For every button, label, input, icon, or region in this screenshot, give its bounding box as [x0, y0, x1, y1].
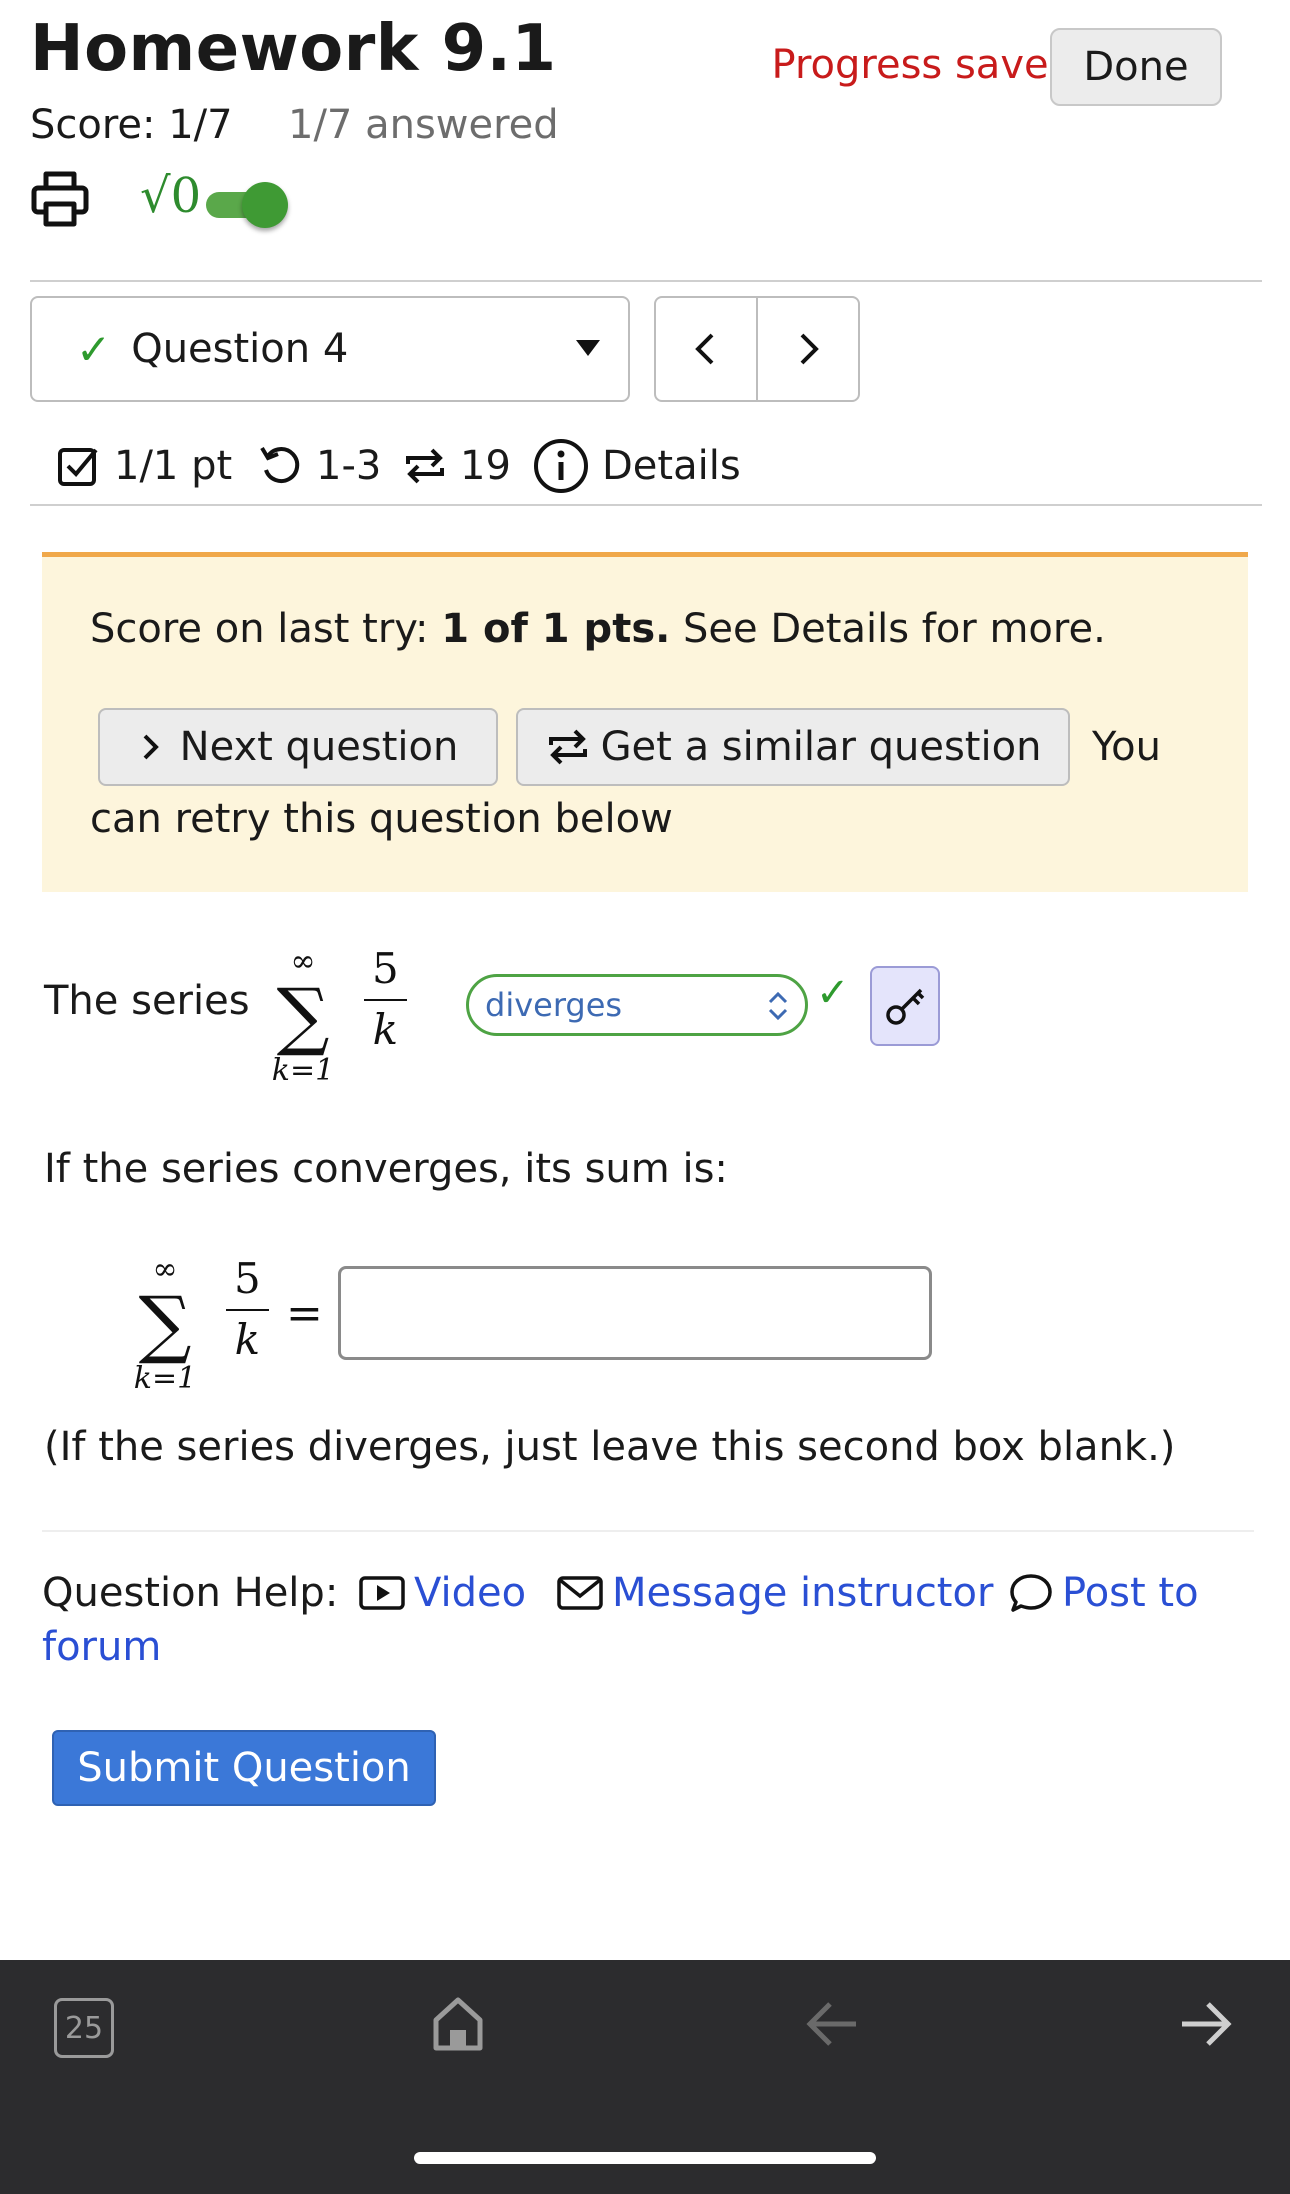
home-indicator[interactable]: [414, 2152, 876, 2164]
divider: [30, 280, 1262, 282]
post-to-forum-label-cont[interactable]: forum: [42, 1624, 161, 1670]
equals-sign: =: [286, 1288, 323, 1339]
chat-bubble-icon: [1010, 1574, 1052, 1612]
notice-suffix: See Details for more.: [670, 606, 1106, 652]
correct-check-icon: ✓: [816, 970, 850, 1016]
submit-question-button[interactable]: Submit Question: [52, 1730, 436, 1806]
notice-score: 1 of 1 pts.: [441, 606, 671, 652]
converges-prompt: If the series converges, its sum is:: [44, 1146, 728, 1192]
retry-text: can retry this question below: [90, 796, 673, 842]
toggle-knob: [242, 182, 288, 228]
chevron-left-icon: [695, 333, 714, 365]
page-title: Homework 9.1: [30, 12, 557, 86]
notice-text: Score on last try: 1 of 1 pts. See Detai…: [90, 606, 1106, 652]
key-icon: [886, 988, 925, 1025]
message-instructor-label: Message instructor: [612, 1570, 994, 1616]
repeat-icon: [406, 448, 444, 484]
message-instructor-link[interactable]: Message instructor: [556, 1570, 993, 1616]
retry-icon: [260, 446, 300, 484]
question-select[interactable]: ✓ Question 4: [30, 296, 630, 402]
answer-key-button[interactable]: [870, 966, 940, 1046]
next-question-button[interactable]: Next question: [98, 708, 498, 786]
similar-question-label: Get a similar question: [600, 724, 1042, 770]
sum-lower-limit: k=1: [271, 1053, 335, 1088]
video-label: Video: [414, 1570, 527, 1616]
answered-count: 1/7 answered: [288, 102, 559, 148]
denominator: k: [234, 1315, 261, 1364]
convergence-select[interactable]: diverges: [466, 974, 808, 1036]
question-help-label: Question Help:: [42, 1570, 339, 1616]
sum-answer-input[interactable]: [338, 1266, 932, 1360]
home-icon[interactable]: [430, 1994, 486, 2058]
fraction: 5 k: [226, 1254, 269, 1364]
back-arrow-icon[interactable]: [804, 1994, 862, 2058]
chevron-right-icon: [143, 734, 159, 760]
divider: [30, 504, 1262, 506]
video-link[interactable]: Video: [358, 1570, 526, 1616]
video-icon: [359, 1576, 405, 1610]
notice-prefix: Score on last try:: [90, 606, 442, 652]
summation: ∞ ∑ k=1: [258, 944, 348, 1088]
points-text: 1/1 pt: [114, 443, 233, 489]
tab-count-button[interactable]: 25: [54, 1998, 114, 2058]
versions-info: 19: [402, 436, 511, 496]
forward-arrow-icon[interactable]: [1176, 1994, 1234, 2058]
next-question-nav-button[interactable]: [756, 296, 860, 402]
mail-icon: [557, 1576, 603, 1610]
caret-down-icon: [576, 340, 600, 356]
sum-lower-limit: k=1: [133, 1361, 197, 1396]
chevron-right-icon: [800, 333, 819, 365]
divider: [42, 1530, 1254, 1532]
progress-status: Progress saved: [771, 42, 1074, 88]
summation: ∞ ∑ k=1: [120, 1252, 210, 1396]
score-text: Score: 1/7: [30, 102, 233, 148]
info-icon: [534, 439, 588, 493]
points-info: 1/1 pt: [56, 436, 232, 496]
check-icon: ✓: [76, 324, 112, 374]
sigma-icon: ∑: [138, 1281, 192, 1367]
checkbox-icon: [58, 448, 98, 486]
attempts-text: 1-3: [316, 443, 382, 489]
versions-text: 19: [460, 443, 511, 489]
convergence-select-value: diverges: [485, 986, 623, 1024]
question-select-label: Question 4: [131, 326, 349, 372]
done-button[interactable]: Done: [1050, 28, 1222, 106]
denominator: k: [372, 1005, 399, 1054]
post-to-forum-link[interactable]: Post to: [1008, 1570, 1199, 1616]
similar-question-button[interactable]: Get a similar question: [516, 708, 1070, 786]
sigma-icon: ∑: [276, 973, 330, 1059]
attempts-info: 1-3: [258, 436, 381, 496]
next-question-label: Next question: [179, 724, 459, 770]
post-to-forum-label: Post to: [1062, 1570, 1199, 1616]
fraction: 5 k: [364, 944, 407, 1054]
prev-question-button[interactable]: [654, 296, 758, 402]
math-display-toggle[interactable]: [206, 182, 288, 228]
numerator: 5: [364, 944, 407, 1001]
math-display-toggle-label: √0: [140, 168, 202, 224]
repeat-icon: [548, 729, 587, 765]
series-label: The series: [44, 978, 250, 1024]
details-label: Details: [602, 443, 741, 489]
updown-icon: [768, 991, 788, 1021]
print-icon[interactable]: [30, 170, 90, 230]
retry-text-start: You: [1092, 724, 1161, 770]
details-link[interactable]: Details: [532, 436, 741, 496]
numerator: 5: [226, 1254, 269, 1311]
diverge-note: (If the series diverges, just leave this…: [44, 1424, 1176, 1470]
